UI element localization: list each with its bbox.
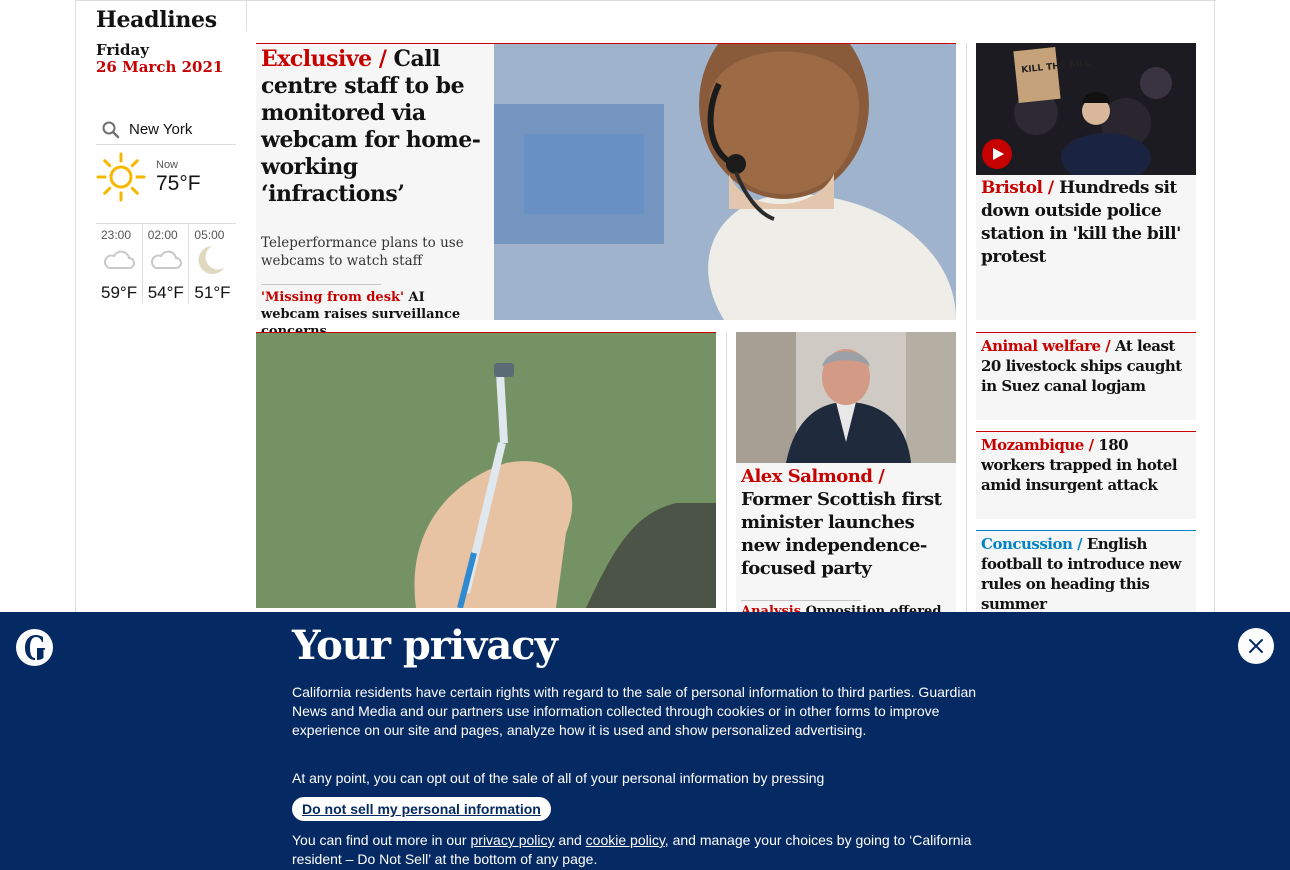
play-icon[interactable] xyxy=(982,139,1012,169)
sun-icon xyxy=(96,152,146,202)
forecast-item: 23:00 59°F xyxy=(96,224,143,303)
top-story-image[interactable] xyxy=(494,44,956,320)
top-story-headline[interactable]: Exclusive / Call centre staff to be moni… xyxy=(261,46,486,208)
sublink-divider xyxy=(261,284,381,285)
location-name[interactable]: New York xyxy=(129,121,192,138)
now-temp: 75°F xyxy=(156,172,201,195)
story-card-concussion[interactable]: Concussion / English football to introdu… xyxy=(976,530,1196,620)
sublink-kicker: 'Missing from desk' xyxy=(261,290,405,305)
privacy-opt-out-text: At any point, you can opt out of the sal… xyxy=(292,770,825,786)
cookie-policy-link[interactable]: cookie policy xyxy=(586,832,665,848)
moon-icon xyxy=(198,246,225,274)
story-headline[interactable]: Mozambique / 180 workers trapped in hote… xyxy=(981,435,1191,495)
salmond-illustration xyxy=(736,332,956,463)
forecast-time: 02:00 xyxy=(147,228,178,242)
top-story-kicker: Exclusive / xyxy=(261,46,387,72)
sublink-divider xyxy=(741,600,861,601)
close-icon[interactable] xyxy=(1238,628,1274,664)
section-header: Headlines Friday 26 March 2021 xyxy=(96,0,236,75)
column-divider xyxy=(966,43,967,623)
forecast-time: 23:00 xyxy=(101,228,132,242)
forecast-time: 05:00 xyxy=(194,228,225,242)
cloud-night-icon xyxy=(104,250,135,269)
story-headline[interactable]: Animal welfare / At least 20 livestock s… xyxy=(981,336,1191,396)
story-kicker: Concussion / xyxy=(981,535,1083,553)
privacy-policy-link[interactable]: privacy policy xyxy=(471,832,555,848)
location-search[interactable]: New York xyxy=(96,115,236,145)
top-story-card[interactable]: Exclusive / Call centre staff to be moni… xyxy=(256,43,956,339)
privacy-more-info: You can find out more in our privacy pol… xyxy=(292,831,972,869)
privacy-text: California residents have certain rights… xyxy=(292,684,977,738)
forecast-temp: 59°F xyxy=(101,283,138,302)
forecast-temp: 54°F xyxy=(147,283,184,302)
and-text: and xyxy=(558,832,582,848)
salmond-kicker: Alex Salmond / xyxy=(741,466,885,487)
headset-worker-illustration xyxy=(494,44,956,320)
search-icon[interactable] xyxy=(101,120,121,140)
top-border xyxy=(76,0,1216,1)
cloud-night-icon xyxy=(150,250,182,269)
guardian-logo-icon xyxy=(16,629,53,666)
more-info-text: You can find out more in our xyxy=(292,832,467,848)
bristol-kicker: Bristol / xyxy=(981,178,1054,198)
story-card-mozambique[interactable]: Mozambique / 180 workers trapped in hote… xyxy=(976,431,1196,519)
salmond-title: Former Scottish first minister launches … xyxy=(741,489,942,579)
salmond-image[interactable] xyxy=(736,332,956,463)
privacy-title: Your privacy xyxy=(292,622,558,669)
weather-now: Now 75°F xyxy=(96,145,236,223)
salmond-card[interactable]: Alex Salmond / Former Scottish first min… xyxy=(736,332,956,632)
forecast-item: 02:00 54°F xyxy=(143,224,190,303)
weather-widget: New York Now 75°F 23:00 59°F 02:00 54°F … xyxy=(96,115,236,303)
do-not-sell-button[interactable]: Do not sell my personal information xyxy=(292,797,551,821)
story-headline[interactable]: Concussion / English football to introdu… xyxy=(981,534,1191,614)
bristol-card[interactable]: KILL THE BILL Bristol / Hundreds sit dow… xyxy=(976,43,1196,320)
forecast-temp: 51°F xyxy=(194,283,231,302)
privacy-banner: Your privacy California residents have c… xyxy=(0,612,1290,870)
story-kicker: Animal welfare / xyxy=(981,337,1111,355)
close-button[interactable] xyxy=(1238,628,1274,664)
bristol-headline[interactable]: Bristol / Hundreds sit down outside poli… xyxy=(981,177,1193,269)
section-divider xyxy=(246,0,247,31)
vaccine-card[interactable] xyxy=(256,332,716,608)
date-full: 26 March 2021 xyxy=(96,58,224,76)
column-divider xyxy=(726,332,727,622)
date-day: Friday xyxy=(96,41,149,59)
bristol-image[interactable]: KILL THE BILL xyxy=(976,43,1196,175)
top-story-text: Exclusive / Call centre staff to be moni… xyxy=(261,46,486,340)
story-kicker: Mozambique / xyxy=(981,436,1094,454)
vaccine-image[interactable] xyxy=(256,333,716,608)
now-label: Now xyxy=(156,159,179,171)
weather-forecast: 23:00 59°F 02:00 54°F 05:00 51°F xyxy=(96,223,236,303)
story-card-animal-welfare[interactable]: Animal welfare / At least 20 livestock s… xyxy=(976,332,1196,420)
salmond-headline[interactable]: Alex Salmond / Former Scottish first min… xyxy=(741,465,953,580)
forecast-item: 05:00 51°F xyxy=(189,224,236,303)
section-title: Headlines xyxy=(96,7,217,33)
top-story-standfirst: Teleperformance plans to use webcams to … xyxy=(261,235,464,269)
vaccine-illustration xyxy=(256,333,716,608)
